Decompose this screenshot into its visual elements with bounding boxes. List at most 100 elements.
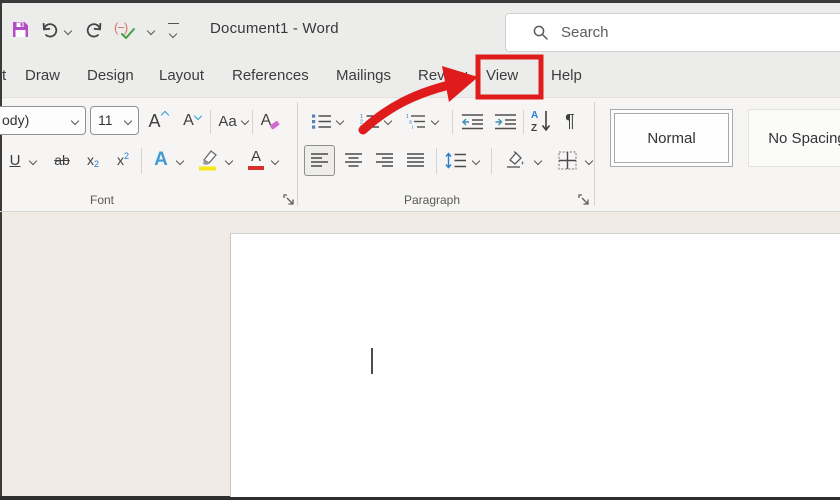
change-case-letters: Aa [218, 112, 237, 130]
underline-button[interactable]: U [4, 146, 26, 174]
qat-overflow-chevron-icon [168, 29, 178, 39]
font-name-value: ody) [2, 112, 30, 128]
search-input[interactable] [559, 23, 803, 42]
paragraph-group-label: Paragraph [403, 193, 461, 207]
tab-insert-cut[interactable]: t [2, 55, 6, 97]
underline-letter: U [9, 151, 21, 169]
shrink-caret-icon [193, 111, 203, 121]
change-case-button[interactable]: Aa [215, 106, 251, 136]
tab-mailings[interactable]: Mailings [336, 55, 391, 97]
search-box[interactable] [505, 13, 840, 52]
redo-button[interactable] [82, 17, 108, 43]
editor-check-button[interactable]: (−) [112, 17, 144, 43]
shrink-font-button[interactable]: A [177, 106, 207, 136]
line-spacing-icon [445, 151, 466, 169]
sort-z: Z [531, 123, 537, 134]
style-no-spacing-label: No Spacing [768, 129, 840, 147]
font-size-combobox[interactable]: 11 [90, 106, 139, 135]
strikethrough-button[interactable]: ab [48, 146, 76, 174]
increase-indent-icon [494, 113, 516, 129]
style-card-normal[interactable]: Normal [610, 109, 733, 167]
tab-layout[interactable]: Layout [159, 55, 204, 97]
text-effects-letter: A [154, 149, 168, 170]
subscript-2: 2 [93, 159, 99, 169]
numbered-list-icon: 1 2 3 [360, 114, 379, 130]
font-group-label: Font [89, 193, 114, 207]
search-icon [533, 25, 548, 40]
grow-font-letter: A [148, 110, 161, 131]
shading-button[interactable] [501, 146, 529, 174]
document-page[interactable] [230, 233, 840, 497]
align-right-icon [375, 153, 393, 167]
font-size-chevron-icon [123, 116, 133, 126]
grow-caret-icon [160, 110, 169, 120]
eraser-icon [270, 120, 280, 130]
align-center-button[interactable] [340, 147, 366, 173]
style-normal-label: Normal [647, 129, 696, 147]
font-dialog-launcher[interactable] [283, 193, 296, 206]
undo-icon [42, 22, 58, 38]
proofing-check-icon: (−) [114, 20, 135, 39]
tab-draw[interactable]: Draw [25, 55, 60, 97]
align-left-icon [311, 153, 328, 167]
superscript-2: 2 [123, 150, 129, 161]
style-card-no-spacing[interactable]: No Spacing [748, 109, 840, 167]
tab-references[interactable]: References [232, 55, 309, 97]
superscript-button[interactable]: x 2 [110, 146, 136, 174]
save-button[interactable] [8, 17, 32, 41]
dialog-launcher-icon [578, 194, 589, 205]
clear-formatting-button[interactable]: A [256, 106, 286, 136]
dialog-launcher-icon [283, 194, 294, 205]
grow-font-button[interactable]: A [143, 106, 173, 136]
decrease-indent-button[interactable] [459, 108, 485, 134]
check-dropdown-chevron-icon[interactable] [146, 26, 156, 36]
font-color-button[interactable]: A [244, 144, 268, 174]
paint-bucket-icon [506, 150, 523, 168]
change-case-chevron-icon [240, 116, 249, 126]
svg-text:3: 3 [360, 125, 363, 130]
tab-view[interactable]: View [486, 55, 518, 97]
svg-text:(−): (−) [114, 20, 128, 35]
tab-help[interactable]: Help [551, 55, 582, 97]
tab-design[interactable]: Design [87, 55, 134, 97]
undo-dropdown-chevron-icon[interactable] [63, 26, 73, 36]
multilevel-list-icon: 1 a i [406, 114, 425, 130]
document-backdrop [2, 212, 840, 497]
title-bar: (−) Document1 - Word [2, 3, 840, 55]
subscript-x: x [86, 152, 94, 168]
sort-az-icon: A Z [531, 110, 551, 134]
divider [210, 110, 211, 134]
align-right-button[interactable] [371, 147, 397, 173]
qat-overflow-button[interactable] [167, 23, 181, 39]
subscript-button[interactable]: x 2 [80, 146, 106, 174]
highlight-button[interactable] [194, 144, 222, 174]
bullets-button[interactable] [309, 108, 333, 134]
text-effects-button[interactable]: A [148, 145, 174, 175]
decrease-indent-icon [461, 113, 483, 129]
borders-button[interactable] [553, 146, 581, 174]
justify-icon [406, 153, 424, 167]
document-title: Document1 - Word [210, 20, 339, 37]
align-left-button[interactable] [304, 145, 335, 176]
undo-button[interactable] [36, 17, 62, 43]
paragraph-dialog-launcher[interactable] [578, 193, 591, 206]
multilevel-list-button[interactable]: 1 a i [404, 108, 428, 134]
numbering-button[interactable]: 1 2 3 [357, 108, 381, 134]
show-formatting-button[interactable]: ¶ [558, 106, 582, 136]
sort-button[interactable]: A Z [528, 105, 554, 137]
divider [436, 148, 437, 174]
borders-icon [557, 150, 577, 170]
font-size-value: 11 [98, 112, 113, 128]
font-name-combobox[interactable]: ody) [0, 106, 86, 135]
strikethrough-letters: ab [54, 152, 70, 168]
sort-a: A [531, 110, 538, 121]
line-spacing-button[interactable] [443, 147, 469, 173]
tab-review[interactable]: Review [418, 55, 467, 97]
font-color-letter: A [250, 148, 261, 165]
justify-button[interactable] [402, 147, 428, 173]
divider [141, 148, 142, 174]
divider [252, 110, 253, 134]
highlighter-icon [199, 150, 217, 171]
increase-indent-button[interactable] [492, 108, 518, 134]
align-center-icon [344, 153, 362, 167]
